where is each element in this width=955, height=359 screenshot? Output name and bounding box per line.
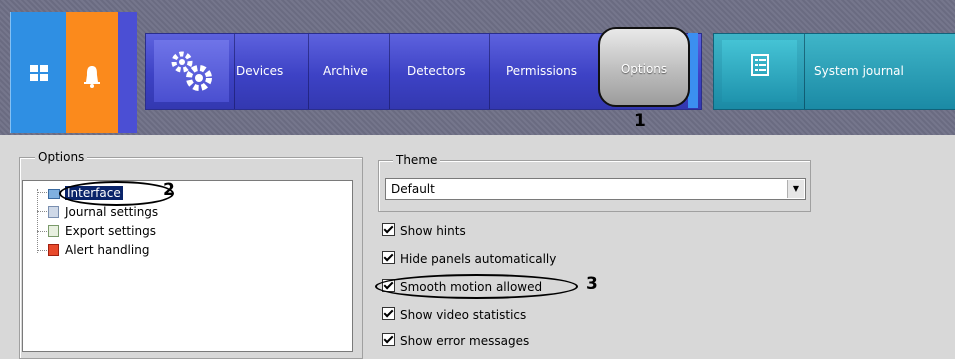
tile-strip: [118, 12, 137, 133]
system-journal-button[interactable]: System journal: [713, 33, 955, 110]
callout-oval-3: [375, 274, 578, 299]
export-settings-icon: [48, 225, 59, 237]
callout-1: 1: [634, 111, 646, 131]
nav-devices[interactable]: Devices: [236, 34, 283, 109]
options-tree: Interface Journal settings Export settin…: [22, 180, 353, 352]
nav-detectors[interactable]: Detectors: [407, 34, 466, 109]
nav-options[interactable]: Options: [598, 27, 690, 107]
journal-icon: [751, 54, 769, 76]
top-toolbar: Devices Archive Detectors Permissions Op…: [0, 0, 955, 135]
journal-label: System journal: [814, 64, 904, 78]
tree-item-alert-handling[interactable]: Alert handling: [48, 241, 149, 259]
tree-item-export-settings[interactable]: Export settings: [48, 222, 156, 240]
journal-settings-icon: [48, 206, 59, 218]
theme-legend: Theme: [393, 153, 441, 167]
windows-tile[interactable]: [10, 12, 67, 133]
journal-tile: [722, 40, 797, 102]
checkbox-box[interactable]: [382, 307, 395, 320]
checkbox-box[interactable]: [382, 251, 395, 264]
theme-select[interactable]: Default ▼: [385, 178, 806, 200]
checkbox-hide-panels[interactable]: Hide panels automatically: [382, 250, 556, 268]
chevron-down-icon[interactable]: ▼: [787, 180, 804, 198]
settings-gear-tile[interactable]: [154, 40, 229, 102]
options-legend: Options: [35, 150, 88, 164]
checkbox-error-messages[interactable]: Show error messages: [382, 332, 529, 350]
alert-icon: [48, 244, 59, 256]
windows-icon: [30, 65, 48, 81]
theme-value: Default: [391, 182, 435, 196]
nav-archive[interactable]: Archive: [323, 34, 368, 109]
checkbox-show-hints[interactable]: Show hints: [382, 222, 466, 240]
checkbox-box[interactable]: [382, 223, 395, 236]
bell-icon: [84, 66, 100, 88]
callout-2: 2: [163, 180, 175, 200]
gears-icon: [171, 51, 212, 91]
alarm-tile[interactable]: [66, 12, 118, 133]
nav-permissions[interactable]: Permissions: [506, 34, 577, 109]
checkbox-video-stats[interactable]: Show video statistics: [382, 306, 526, 324]
callout-3: 3: [586, 274, 598, 294]
callout-oval-2: [59, 181, 174, 206]
checkbox-box[interactable]: [382, 333, 395, 346]
